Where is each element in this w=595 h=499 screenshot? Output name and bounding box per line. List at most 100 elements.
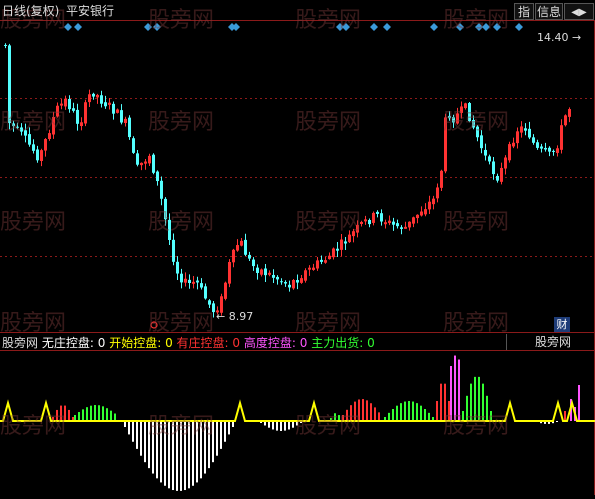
- indicator-chart[interactable]: [0, 333, 595, 495]
- nav-arrows-icon: ◀▶: [571, 7, 587, 18]
- indicator-bar: [388, 412, 390, 421]
- candle-down: [544, 147, 547, 150]
- indicator-bar: [148, 421, 150, 469]
- candlestick-chart[interactable]: [0, 0, 595, 333]
- indicator-bar: [334, 413, 336, 421]
- indicator-panel[interactable]: [0, 333, 595, 495]
- indicator-legend: 股旁网 无庄控盘: 0 开始控盘: 0 有庄控盘: 0 高度控盘: 0 主力出货…: [2, 336, 375, 350]
- candle-down: [284, 282, 287, 284]
- finance-badge[interactable]: 财: [554, 317, 570, 332]
- signal-marker-icon: [370, 23, 378, 31]
- indicator-bar: [200, 421, 202, 479]
- indicator-bar: [128, 421, 130, 435]
- candle-down: [496, 175, 499, 181]
- signal-marker-icon: [515, 23, 523, 31]
- indicator-bar: [462, 411, 464, 421]
- indicator-bar: [474, 376, 476, 421]
- candle-down: [168, 219, 171, 240]
- candle-down: [136, 153, 139, 165]
- indicator-bar: [90, 405, 92, 421]
- indicator-bar: [94, 405, 96, 421]
- candle-down: [32, 144, 35, 151]
- indicator-bar: [288, 421, 290, 430]
- indicator-bar: [184, 421, 186, 491]
- indicator-bar: [220, 421, 222, 449]
- candle-down: [280, 281, 283, 283]
- legend-item-youzhuang: 有庄控盘: 0: [176, 336, 241, 350]
- indicator-bar: [440, 383, 442, 421]
- indicator-bar: [110, 410, 112, 421]
- candle-up: [60, 103, 63, 106]
- candle-down: [8, 45, 11, 124]
- candle-down: [476, 126, 479, 138]
- candle-down: [248, 254, 251, 259]
- candle-down: [20, 127, 23, 132]
- candle-down: [112, 103, 115, 114]
- candle-down: [468, 103, 471, 122]
- indicator-bar: [556, 421, 558, 422]
- indicator-bar: [140, 421, 142, 456]
- indicator-bar: [362, 399, 364, 421]
- q-marker-icon: [150, 321, 158, 329]
- candle-down: [528, 128, 531, 138]
- candle-up: [364, 219, 367, 222]
- signal-marker-icon: [342, 23, 350, 31]
- candle-down: [368, 220, 371, 225]
- candle-down: [484, 149, 487, 156]
- legend-item-chuhuo: 主力出货: 0: [311, 336, 375, 350]
- candle-down: [188, 279, 191, 284]
- candle-up: [268, 272, 271, 275]
- indicator-bar: [272, 421, 274, 430]
- candle-down: [336, 248, 339, 251]
- right-arrow-icon: →: [568, 31, 582, 44]
- candle-down: [120, 110, 123, 123]
- info-button[interactable]: 信息: [535, 3, 563, 20]
- candle-down: [492, 161, 495, 175]
- indicator-bar: [444, 383, 446, 421]
- candle-down: [132, 138, 135, 153]
- signal-marker-icon: [74, 23, 82, 31]
- candle-up: [308, 267, 311, 270]
- indicator-title: 股旁网: [2, 336, 39, 350]
- indicator-bar: [160, 421, 162, 483]
- indicator-bar: [404, 401, 406, 421]
- indicator-bar: [180, 421, 182, 491]
- indicator-bar: [86, 407, 88, 421]
- candle-down: [76, 109, 79, 124]
- period-label[interactable]: 日线(复权): [2, 3, 59, 19]
- indicator-bar: [284, 421, 286, 431]
- indicator-bar: [216, 421, 218, 456]
- indicator-selector[interactable]: 股旁网: [506, 334, 595, 350]
- indicator-bar: [292, 421, 294, 428]
- indicator-bar: [354, 401, 356, 421]
- candle-down: [180, 273, 183, 283]
- candle-down: [452, 117, 455, 123]
- candle-down: [344, 241, 347, 244]
- indicator-bar: [212, 421, 214, 463]
- indicator-bar: [156, 421, 158, 479]
- indicator-bar: [208, 421, 210, 469]
- indicator-bar: [106, 408, 108, 421]
- indicator-bar: [454, 355, 456, 421]
- indicator-bar: [78, 412, 80, 421]
- stock-name: 平安银行: [66, 4, 115, 18]
- candle-down: [276, 276, 279, 280]
- candle-down: [288, 284, 291, 288]
- candle-down: [532, 137, 535, 143]
- indicator-bar: [366, 400, 368, 421]
- indicator-bar: [358, 399, 360, 421]
- candle-down: [24, 130, 27, 136]
- price-chart-panel[interactable]: [0, 0, 595, 333]
- candle-down: [472, 119, 475, 128]
- index-button[interactable]: 指: [514, 3, 534, 20]
- candle-down: [256, 267, 259, 273]
- indicator-bar: [152, 421, 154, 474]
- candle-down: [480, 135, 483, 149]
- candle-down: [12, 123, 15, 127]
- indicator-bar: [168, 421, 170, 489]
- candle-down: [296, 280, 299, 283]
- nav-arrows-button[interactable]: ◀▶: [564, 3, 594, 20]
- indicator-bar: [82, 409, 84, 421]
- candle-down: [400, 227, 403, 229]
- candle-down: [552, 150, 555, 152]
